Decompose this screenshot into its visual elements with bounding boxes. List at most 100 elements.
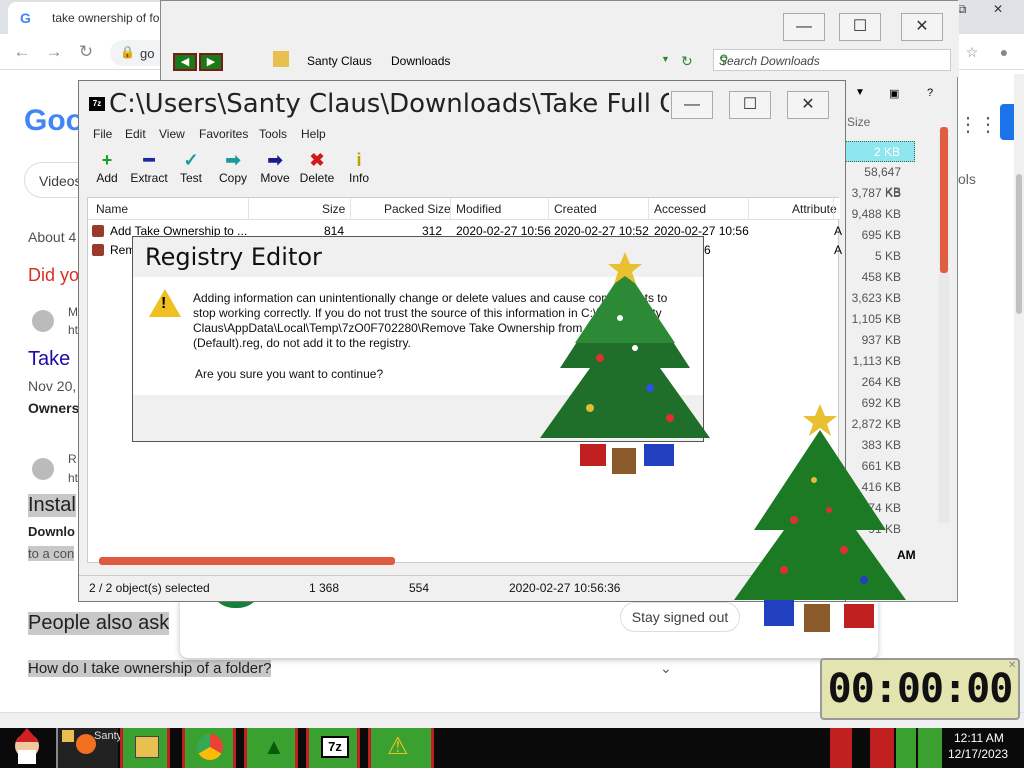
- extension-icon[interactable]: ☆: [962, 42, 982, 62]
- menu-file[interactable]: File: [93, 127, 112, 141]
- scroll-thumb[interactable]: [1016, 174, 1022, 314]
- dialog-title: Registry Editor: [145, 243, 322, 271]
- file-size-cell[interactable]: 3,623 KB: [845, 288, 915, 309]
- chrome-tab[interactable]: G take ownership of fold: [8, 2, 168, 34]
- file-size-cell[interactable]: 937 KB: [845, 330, 915, 351]
- column-header-name[interactable]: Name: [96, 202, 128, 216]
- breadcrumb-downloads[interactable]: Downloads: [391, 54, 450, 68]
- maximize-button[interactable]: ☐: [839, 13, 881, 41]
- search-icon[interactable]: ⚲: [719, 52, 946, 68]
- column-separator[interactable]: [548, 198, 549, 220]
- menu-view[interactable]: View: [159, 127, 185, 141]
- file-size-cell[interactable]: 2 KB: [845, 141, 915, 162]
- column-separator[interactable]: [648, 198, 649, 220]
- file-size-cell[interactable]: 5 KB: [845, 246, 915, 267]
- reload-icon[interactable]: ↻: [76, 42, 96, 62]
- clock-date[interactable]: 12/17/2023: [948, 747, 1008, 761]
- back-icon[interactable]: ←: [12, 42, 32, 62]
- column-separator[interactable]: [833, 198, 834, 220]
- tray-security-icon[interactable]: [870, 728, 894, 768]
- close-icon[interactable]: ✕: [1008, 660, 1016, 671]
- google-logo[interactable]: Goo: [24, 104, 84, 138]
- file-size-cell[interactable]: 458 KB: [845, 267, 915, 288]
- cell-attr: A: [834, 224, 843, 238]
- did-you-mean[interactable]: Did yo: [28, 265, 79, 286]
- file-size-cell[interactable]: 1,113 KB: [845, 351, 915, 372]
- file-size-cell[interactable]: 264 KB: [845, 372, 915, 393]
- close-button[interactable]: ✕: [901, 13, 943, 41]
- explorer-scrollbar[interactable]: [939, 127, 949, 523]
- forward-arrow-icon[interactable]: ▶: [199, 53, 223, 71]
- search-input[interactable]: Search Downloads ⚲: [713, 49, 951, 71]
- taskbar-registry-warning[interactable]: ⚠: [368, 728, 434, 768]
- view-pane-icon[interactable]: ▣: [889, 87, 899, 100]
- toolbar-extract-button[interactable]: ━ Extract: [127, 149, 171, 185]
- column-header-accessed[interactable]: Accessed: [654, 202, 706, 216]
- stay-signed-out-button[interactable]: Stay signed out: [620, 602, 740, 632]
- file-size-cell[interactable]: 695 KB: [845, 225, 915, 246]
- column-header-packed-size[interactable]: Packed Size: [384, 202, 451, 216]
- toolbar-copy-button[interactable]: ➡ Copy: [211, 149, 255, 185]
- toolbar-move-button[interactable]: ➡ Move: [253, 149, 297, 185]
- result-title-link[interactable]: Take: [28, 348, 70, 371]
- copy-icon: ➡: [225, 150, 241, 170]
- column-header-created[interactable]: Created: [554, 202, 597, 216]
- file-list-hscroll[interactable]: [99, 557, 395, 565]
- reg-file-icon: [92, 244, 104, 256]
- download-text: Downlo: [28, 524, 75, 539]
- menu-edit[interactable]: Edit: [125, 127, 146, 141]
- toolbar-add-button[interactable]: + Add: [85, 149, 129, 185]
- taskbar-explorer-app[interactable]: [120, 728, 170, 768]
- view-options-icon[interactable]: ▼: [855, 87, 865, 98]
- scroll-thumb[interactable]: [940, 127, 948, 273]
- file-size-cell[interactable]: 9,488 KB: [845, 204, 915, 225]
- chevron-down-icon[interactable]: ⌄: [660, 660, 672, 677]
- url-text: go: [140, 46, 155, 61]
- close-icon[interactable]: ✕: [986, 2, 1010, 18]
- forward-icon[interactable]: →: [44, 42, 64, 62]
- question-item[interactable]: How do I take ownership of a folder?: [28, 660, 272, 677]
- toolbar-delete-button[interactable]: ✖ Delete: [295, 149, 339, 185]
- apps-grid-icon[interactable]: ⋮⋮: [958, 112, 998, 137]
- column-separator[interactable]: [350, 198, 351, 220]
- taskbar-chrome[interactable]: [182, 728, 236, 768]
- file-size-cell[interactable]: 3,787 KB: [845, 183, 915, 204]
- menu-favorites[interactable]: Favorites: [199, 127, 248, 141]
- column-header-size[interactable]: Size: [322, 202, 345, 216]
- close-button[interactable]: ✕: [787, 91, 829, 119]
- column-header-attribute[interactable]: Attribute: [792, 202, 837, 216]
- clock-time[interactable]: 12:11 AM: [954, 731, 1004, 745]
- tray-notify-icon[interactable]: [830, 728, 852, 768]
- tray-network-icon[interactable]: [896, 728, 916, 768]
- breadcrumb-user[interactable]: Santy Claus: [307, 54, 372, 68]
- taskbar-7zip[interactable]: 7z: [306, 728, 360, 768]
- back-arrow-icon[interactable]: ◀: [173, 53, 197, 71]
- profile-icon[interactable]: ●: [994, 42, 1014, 62]
- menu-tools[interactable]: Tools: [259, 127, 287, 141]
- maximize-button[interactable]: ☐: [729, 91, 771, 119]
- tray-volume-icon[interactable]: [918, 728, 942, 768]
- warning-icon: ⚠: [387, 733, 409, 760]
- file-size-cell[interactable]: 58,647 KB: [845, 162, 915, 199]
- taskbar-file-explorer[interactable]: Santy: [56, 728, 122, 768]
- start-santa-icon[interactable]: [4, 728, 50, 768]
- history-dropdown-icon[interactable]: ▼: [661, 54, 670, 64]
- vertical-scrollbar[interactable]: [1014, 74, 1024, 712]
- warning-exclamation: !: [161, 295, 167, 312]
- column-separator[interactable]: [450, 198, 451, 220]
- menu-help[interactable]: Help: [301, 127, 326, 141]
- size-column-header[interactable]: Size: [847, 115, 870, 129]
- toolbar-info-button[interactable]: i Info: [337, 149, 381, 185]
- taskbar-tree-app[interactable]: ▲: [244, 728, 298, 768]
- tools-button[interactable]: ols: [958, 171, 976, 187]
- file-size-cell[interactable]: 1,105 KB: [845, 309, 915, 330]
- column-separator[interactable]: [248, 198, 249, 220]
- test-icon: ✓: [183, 150, 199, 170]
- minimize-button[interactable]: —: [671, 91, 713, 119]
- column-separator[interactable]: [748, 198, 749, 220]
- column-header-modified[interactable]: Modified: [456, 202, 501, 216]
- toolbar-test-button[interactable]: ✓ Test: [169, 149, 213, 185]
- refresh-icon[interactable]: ↻: [681, 53, 693, 70]
- minimize-button[interactable]: —: [783, 13, 825, 41]
- help-icon[interactable]: ?: [927, 87, 933, 99]
